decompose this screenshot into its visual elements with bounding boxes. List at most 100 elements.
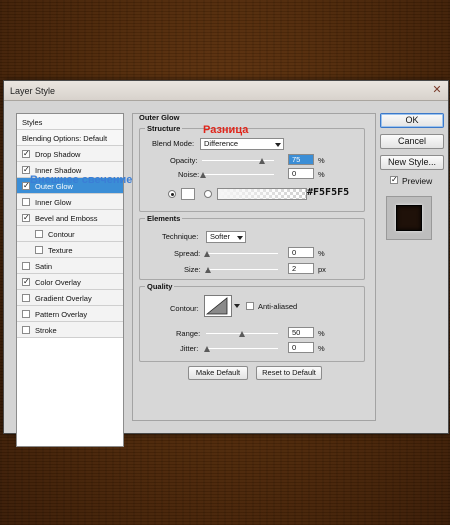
technique-value: Softer bbox=[210, 232, 231, 241]
spread-unit: % bbox=[318, 249, 325, 258]
jitter-slider-thumb[interactable] bbox=[204, 346, 210, 352]
contour-setting-label: Contour: bbox=[170, 304, 199, 313]
glow-gradient-picker[interactable] bbox=[217, 188, 307, 200]
style-item-texture[interactable]: Texture bbox=[17, 242, 123, 258]
style-item-gradient-overlay[interactable]: Gradient Overlay bbox=[17, 290, 123, 306]
jitter-unit: % bbox=[318, 344, 325, 353]
window-title: Layer Style bbox=[10, 86, 56, 96]
texture-label: Texture bbox=[48, 246, 73, 255]
size-label: Size: bbox=[184, 265, 201, 274]
jitter-label: Jitter: bbox=[180, 344, 199, 353]
spread-input[interactable]: 0 bbox=[288, 247, 314, 258]
preview-swatch bbox=[396, 205, 422, 231]
spread-label: Spread: bbox=[174, 249, 201, 258]
technique-label: Technique: bbox=[162, 232, 199, 241]
size-unit: px bbox=[318, 265, 326, 274]
range-slider-thumb[interactable] bbox=[239, 331, 245, 337]
range-unit: % bbox=[318, 329, 325, 338]
pattern-overlay-checkbox[interactable] bbox=[22, 310, 30, 318]
blending-options-item[interactable]: Blending Options: Default bbox=[17, 130, 123, 146]
glow-color-swatch[interactable] bbox=[181, 188, 195, 200]
noise-input[interactable]: 0 bbox=[288, 168, 314, 179]
contour-checkbox[interactable] bbox=[35, 230, 43, 238]
stroke-label: Stroke bbox=[35, 326, 57, 335]
outer-glow-checkbox[interactable]: ✓ bbox=[22, 182, 30, 190]
gradient-overlay-label: Gradient Overlay bbox=[35, 294, 92, 303]
noise-slider[interactable] bbox=[202, 174, 274, 175]
blend-mode-value: Difference bbox=[204, 139, 239, 148]
blend-mode-dropdown[interactable]: Difference bbox=[200, 138, 284, 150]
inner-glow-label: Inner Glow bbox=[35, 198, 72, 207]
glow-color-hex: #F5F5F5 bbox=[307, 187, 350, 198]
contour-curve-icon bbox=[205, 297, 228, 315]
satin-checkbox[interactable] bbox=[22, 262, 30, 270]
texture-checkbox[interactable] bbox=[35, 246, 43, 254]
structure-group: Structure Blend Mode: Difference Opacity… bbox=[139, 124, 365, 212]
styles-header[interactable]: Styles bbox=[17, 114, 123, 130]
annotation-blend-mode: Разница bbox=[203, 124, 249, 136]
new-style-button[interactable]: New Style... bbox=[380, 155, 444, 170]
style-item-contour[interactable]: Contour bbox=[17, 226, 123, 242]
contour-dropdown[interactable] bbox=[233, 300, 240, 312]
opacity-slider-thumb[interactable] bbox=[259, 158, 265, 164]
noise-label: Noise: bbox=[178, 170, 200, 179]
anti-aliased-label: Anti-aliased bbox=[258, 302, 298, 311]
inner-shadow-checkbox[interactable]: ✓ bbox=[22, 166, 30, 174]
style-item-satin[interactable]: Satin bbox=[17, 258, 123, 274]
color-overlay-label: Color Overlay bbox=[35, 278, 81, 287]
chevron-down-icon bbox=[275, 143, 281, 147]
spread-slider-thumb[interactable] bbox=[204, 251, 210, 257]
stroke-checkbox[interactable] bbox=[22, 326, 30, 334]
elements-title: Elements bbox=[145, 214, 183, 223]
glow-gradient-radio[interactable] bbox=[204, 190, 212, 198]
annotation-outer-glow: Внешнее свечение bbox=[30, 174, 133, 186]
inner-glow-checkbox[interactable] bbox=[22, 198, 30, 206]
technique-dropdown[interactable]: Softer bbox=[206, 231, 246, 243]
pattern-overlay-label: Pattern Overlay bbox=[35, 310, 88, 319]
styles-header-label: Styles bbox=[22, 118, 43, 127]
size-slider[interactable] bbox=[206, 269, 278, 270]
styles-list: Styles Blending Options: Default ✓ Drop … bbox=[16, 113, 124, 447]
range-input[interactable]: 50 bbox=[288, 327, 314, 338]
color-overlay-checkbox[interactable]: ✓ bbox=[22, 278, 30, 286]
style-item-inner-glow[interactable]: Inner Glow bbox=[17, 194, 123, 210]
drop-shadow-label: Drop Shadow bbox=[35, 150, 81, 159]
style-item-stroke[interactable]: Stroke bbox=[17, 322, 123, 338]
size-input[interactable]: 2 bbox=[288, 263, 314, 274]
outer-glow-panel: Outer Glow Structure Blend Mode: Differe… bbox=[132, 113, 376, 421]
close-icon[interactable]: ✕ bbox=[430, 84, 444, 97]
range-label: Range: bbox=[176, 329, 201, 338]
noise-unit: % bbox=[318, 170, 325, 179]
contour-picker[interactable] bbox=[204, 295, 232, 317]
preview-label: Preview bbox=[402, 176, 433, 186]
bevel-emboss-label: Bevel and Emboss bbox=[35, 214, 98, 223]
jitter-input[interactable]: 0 bbox=[288, 342, 314, 353]
style-item-bevel-emboss[interactable]: ✓ Bevel and Emboss bbox=[17, 210, 123, 226]
style-item-drop-shadow[interactable]: ✓ Drop Shadow bbox=[17, 146, 123, 162]
anti-aliased-checkbox[interactable] bbox=[246, 302, 254, 310]
gradient-overlay-checkbox[interactable] bbox=[22, 294, 30, 302]
opacity-input[interactable]: 75 bbox=[288, 154, 314, 165]
opacity-label: Opacity: bbox=[170, 156, 198, 165]
ok-button[interactable]: OK bbox=[380, 113, 444, 128]
spread-slider[interactable] bbox=[206, 253, 278, 254]
glow-color-radio[interactable] bbox=[168, 190, 176, 198]
style-item-pattern-overlay[interactable]: Pattern Overlay bbox=[17, 306, 123, 322]
drop-shadow-checkbox[interactable]: ✓ bbox=[22, 150, 30, 158]
cancel-button[interactable]: Cancel bbox=[380, 134, 444, 149]
size-slider-thumb[interactable] bbox=[205, 267, 211, 273]
preview-checkbox[interactable]: ✓ bbox=[390, 176, 398, 184]
chevron-down-icon bbox=[234, 304, 240, 308]
style-item-color-overlay[interactable]: ✓ Color Overlay bbox=[17, 274, 123, 290]
jitter-slider[interactable] bbox=[206, 348, 278, 349]
bevel-emboss-checkbox[interactable]: ✓ bbox=[22, 214, 30, 222]
noise-slider-thumb[interactable] bbox=[200, 172, 206, 178]
title-bar[interactable]: Layer Style ✕ bbox=[4, 81, 448, 101]
elements-group: Elements Technique: Softer Spread: 0 % S… bbox=[139, 214, 365, 280]
opacity-unit: % bbox=[318, 156, 325, 165]
chevron-down-icon bbox=[237, 236, 243, 240]
reset-to-default-button[interactable]: Reset to Default bbox=[256, 366, 322, 380]
make-default-button[interactable]: Make Default bbox=[188, 366, 248, 380]
outer-glow-section-title: Outer Glow bbox=[139, 113, 180, 122]
blending-options-label: Blending Options: Default bbox=[22, 134, 108, 143]
